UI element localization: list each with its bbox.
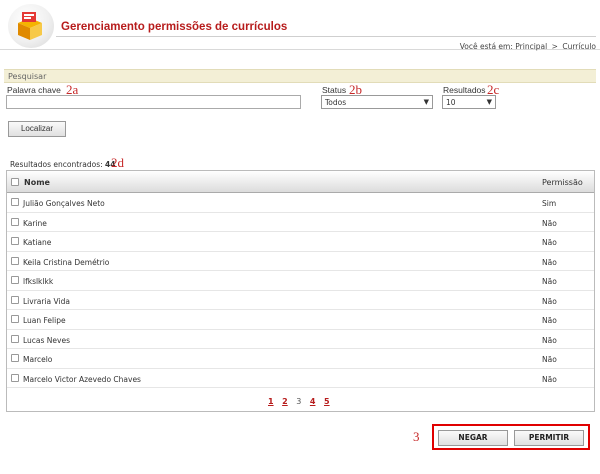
page-link-5[interactable]: 5 [324, 397, 330, 406]
deny-button[interactable]: NEGAR [438, 430, 508, 446]
cell-name: Marcelo [23, 355, 53, 364]
breadcrumb-home[interactable]: Principal [515, 42, 547, 51]
pagination: 1 2 3 4 5 [268, 397, 336, 406]
keyword-input[interactable] [6, 95, 301, 109]
cell-name: Julião Gonçalves Neto [23, 199, 105, 208]
row-checkbox[interactable] [11, 354, 19, 362]
header-divider [56, 36, 596, 37]
table-header: Nome Permissão [7, 171, 594, 193]
cell-name: Livraria Vida [23, 296, 70, 306]
row-checkbox[interactable] [11, 295, 19, 304]
app-header: Gerenciamento permissões de currículos V… [0, 0, 600, 51]
row-checkbox[interactable] [11, 373, 19, 382]
cell-permission: Não [542, 218, 557, 228]
page-link-2[interactable]: 2 [282, 397, 288, 406]
row-checkbox[interactable] [11, 334, 19, 343]
cell-permission: Não [542, 374, 557, 384]
table-row[interactable]: Katiane Não [7, 232, 594, 252]
cell-permission: Não [542, 296, 557, 306]
status-label: Status [322, 85, 347, 95]
cell-name: Lucas Neves [23, 335, 70, 345]
results-table: Nome Permissão Julião Gonçalves Neto Sim K… [6, 170, 595, 412]
cell-name: Karine [23, 218, 47, 228]
table-row[interactable]: lfkslklkk Não [7, 271, 594, 291]
app-logo [8, 4, 54, 48]
table-row[interactable]: Julião Gonçalves Neto Sim [7, 193, 594, 213]
breadcrumb-prefix: Você está em: [459, 42, 513, 51]
table-row[interactable]: Livraria Vida Não [7, 291, 594, 310]
chevron-down-icon: ▼ [423, 98, 429, 106]
breadcrumb-separator: > [551, 42, 558, 51]
row-checkbox[interactable] [11, 256, 19, 265]
search-section-title: Pesquisar [8, 72, 47, 81]
search-section-bar: Pesquisar [4, 69, 596, 83]
results-select-value: 10 [446, 98, 456, 107]
cell-name: Katiane [23, 238, 52, 247]
page-title: Gerenciamento permissões de currículos [61, 21, 288, 33]
search-button[interactable]: Localizar [8, 121, 66, 137]
cell-name: Marcelo Victor Azevedo Chaves [23, 374, 141, 384]
results-count: Resultados encontrados: 44 [10, 160, 115, 169]
column-header-permission[interactable]: Permissão [542, 178, 583, 187]
row-checkbox[interactable] [11, 276, 19, 284]
page-link-1[interactable]: 1 [268, 397, 274, 406]
results-label: Resultados [443, 85, 486, 95]
annotation-2d: 2d [111, 155, 124, 170]
table-row[interactable]: Keila Cristina Demétrio Não [7, 252, 594, 271]
row-checkbox[interactable] [11, 237, 19, 245]
cell-permission: Não [542, 257, 557, 267]
page-link-4[interactable]: 4 [310, 397, 316, 406]
results-count-label: Resultados encontrados: [10, 160, 103, 169]
results-per-page-select[interactable]: 10 ▼ [442, 95, 496, 109]
keyword-label: Palavra chave [7, 85, 61, 95]
table-row[interactable]: Luan Felipe Não [7, 310, 594, 330]
table-row[interactable]: Marcelo Não [7, 349, 594, 369]
annotation-3: 3 [413, 429, 420, 444]
page-current-3: 3 [296, 397, 302, 406]
cell-permission: Sim [542, 199, 557, 208]
chevron-down-icon: ▼ [486, 98, 492, 106]
allow-button[interactable]: PERMITIR [514, 430, 584, 446]
cell-permission: Não [542, 277, 557, 286]
cell-name: lfkslklkk [23, 277, 54, 286]
cell-permission: Não [542, 238, 557, 247]
breadcrumb-current: Currículo [562, 42, 596, 51]
table-row[interactable]: Marcelo Victor Azevedo Chaves Não [7, 369, 594, 388]
table-row[interactable]: Karine Não [7, 213, 594, 232]
row-checkbox[interactable] [11, 217, 19, 226]
status-select-value: Todos [325, 98, 347, 107]
status-select[interactable]: Todos ▼ [321, 95, 433, 109]
select-all-checkbox[interactable] [11, 178, 19, 186]
row-checkbox[interactable] [11, 198, 19, 206]
table-row[interactable]: Lucas Neves Não [7, 330, 594, 349]
breadcrumb: Você está em: Principal > Currículo [460, 42, 596, 51]
cell-name: Keila Cristina Demétrio [23, 257, 110, 267]
row-checkbox[interactable] [11, 315, 19, 323]
cell-permission: Não [542, 355, 557, 364]
boxes-logo-icon [18, 12, 42, 40]
cell-permission: Não [542, 335, 557, 345]
actions-highlight-frame: NEGAR PERMITIR [432, 424, 590, 450]
cell-permission: Não [542, 316, 557, 325]
cell-name: Luan Felipe [23, 316, 66, 325]
column-header-name[interactable]: Nome [24, 178, 50, 187]
